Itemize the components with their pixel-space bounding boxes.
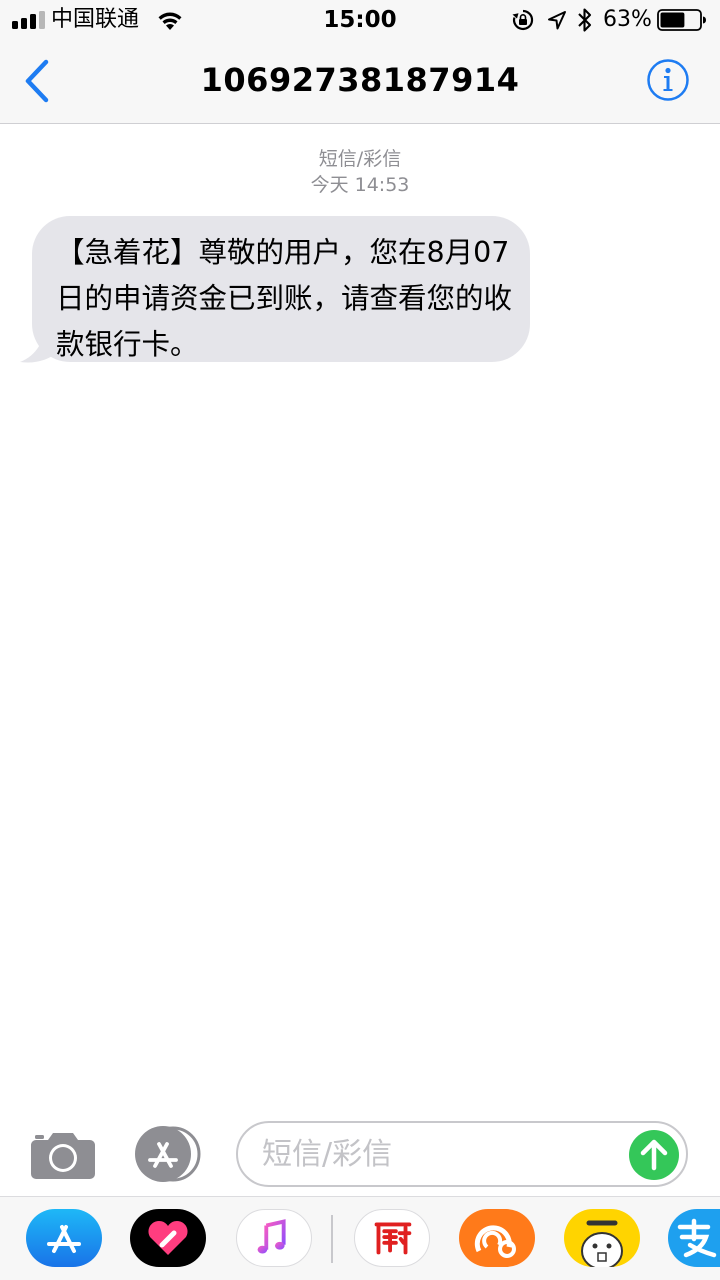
- uc-browser-app[interactable]: [459, 1209, 535, 1267]
- kitchen-glyph-icon: [374, 1222, 412, 1255]
- battery-icon: [657, 9, 706, 31]
- contact-number[interactable]: 10692738187914: [0, 58, 720, 102]
- incoming-message-bubble[interactable]: 【急着花】尊敬的用户，您在8月07日的申请资金已到账，请查看您的收款银行卡。: [32, 216, 530, 362]
- status-bar: 中国联通 15:00 63%: [0, 0, 720, 40]
- message-input[interactable]: 短信/彩信: [236, 1121, 688, 1187]
- mr-hi-app[interactable]: [564, 1209, 640, 1267]
- message-type-label: 短信/彩信: [318, 148, 402, 170]
- imessage-app-drawer: [0, 1196, 720, 1280]
- digital-touch-app[interactable]: [130, 1209, 206, 1267]
- send-button[interactable]: [629, 1130, 679, 1180]
- battery-percent: 63%: [603, 7, 652, 32]
- alipay-icon: [668, 1209, 720, 1267]
- conversation-header: 10692738187914: [0, 40, 720, 124]
- message-input-placeholder: 短信/彩信: [262, 1137, 393, 1172]
- message-text: 【急着花】尊敬的用户，您在8月07日的申请资金已到账，请查看您的收款银行卡。: [56, 236, 513, 361]
- music-note-icon: [257, 1219, 286, 1254]
- info-icon[interactable]: [646, 58, 690, 102]
- app-store-app-icon: [26, 1209, 102, 1267]
- location-icon: [548, 11, 566, 30]
- alipay-app[interactable]: [668, 1209, 720, 1267]
- rotation-lock-icon: [512, 9, 534, 31]
- camera-icon[interactable]: [30, 1128, 96, 1180]
- recipe-app[interactable]: [354, 1209, 430, 1267]
- message-composer: 短信/彩信: [0, 1110, 720, 1196]
- beaver-icon: [564, 1209, 640, 1267]
- bluetooth-icon: [578, 8, 592, 32]
- message-timestamp: 今天 14:53: [310, 174, 410, 196]
- send-arrow-icon: [640, 1139, 668, 1171]
- app-store-app[interactable]: [26, 1209, 102, 1267]
- music-app[interactable]: [236, 1209, 312, 1267]
- app-store-icon[interactable]: [133, 1126, 205, 1182]
- squirrel-icon: [459, 1209, 535, 1267]
- drawer-divider: [331, 1215, 333, 1263]
- heart-icon: [130, 1209, 206, 1267]
